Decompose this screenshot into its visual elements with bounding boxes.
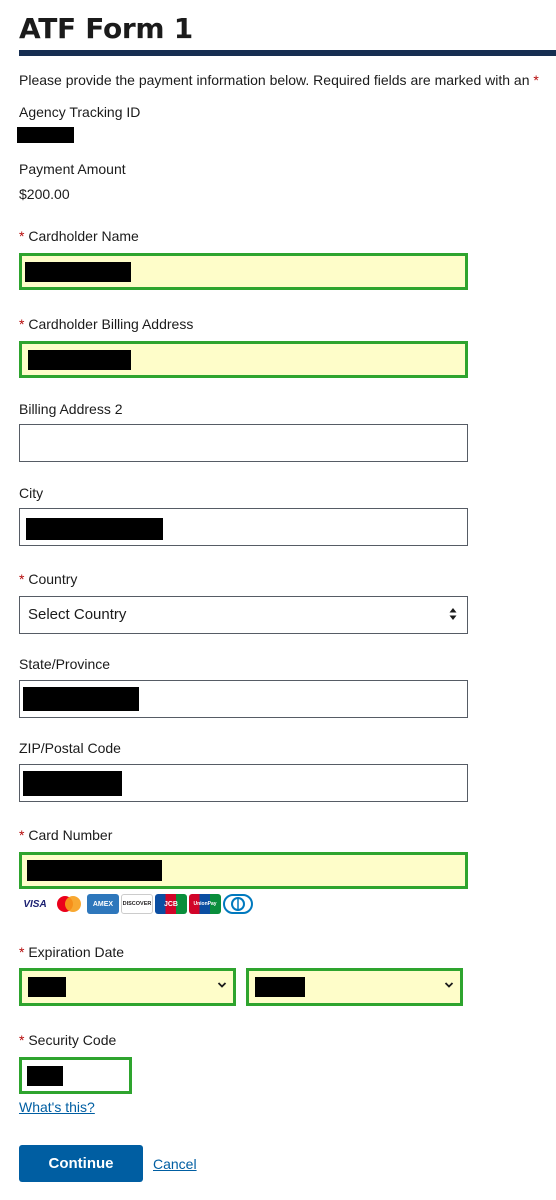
expiration-year-value-redacted xyxy=(255,977,305,997)
security-code-input[interactable] xyxy=(19,1057,132,1094)
billing-address-2-label: Billing Address 2 xyxy=(19,401,123,417)
required-marker: * xyxy=(19,1032,25,1048)
page-title: ATF Form 1 xyxy=(19,12,193,45)
zip-postal-code-label: ZIP/Postal Code xyxy=(19,740,121,756)
required-marker: * xyxy=(19,944,25,960)
chevron-down-icon xyxy=(217,982,227,988)
billing-address-label: * Cardholder Billing Address xyxy=(19,316,193,332)
title-rule xyxy=(19,50,556,56)
required-marker: * xyxy=(19,316,25,332)
country-label-text: Country xyxy=(28,571,78,587)
mastercard-logo-icon xyxy=(53,894,85,914)
diners-club-logo-icon xyxy=(223,894,253,914)
intro-text-body: Please provide the payment information b… xyxy=(19,72,530,88)
city-value-redacted xyxy=(26,518,163,540)
cardholder-name-label-text: Cardholder Name xyxy=(28,228,139,244)
zip-postal-code-value-redacted xyxy=(23,771,122,796)
whats-this-link[interactable]: What's this? xyxy=(19,1099,95,1115)
billing-address-label-text: Cardholder Billing Address xyxy=(28,316,194,332)
city-label: City xyxy=(19,485,44,501)
billing-address-value-redacted xyxy=(28,350,131,370)
intro-text: Please provide the payment information b… xyxy=(19,72,539,88)
payment-amount-value: $200.00 xyxy=(19,186,70,202)
card-number-value-redacted xyxy=(27,860,162,881)
billing-address-2-input[interactable] xyxy=(19,424,468,462)
billing-address-input[interactable] xyxy=(19,341,468,378)
card-number-label: * Card Number xyxy=(19,827,112,843)
expiration-month-value-redacted xyxy=(28,977,66,997)
expiration-year-select[interactable] xyxy=(246,968,463,1006)
state-province-label: State/Province xyxy=(19,656,111,672)
state-province-input[interactable] xyxy=(19,680,468,718)
expiration-month-select[interactable] xyxy=(19,968,236,1006)
discover-logo-icon: DISCOVER xyxy=(121,894,153,914)
unionpay-logo-icon: UnionPay xyxy=(189,894,221,914)
security-code-value-redacted xyxy=(27,1066,63,1086)
chevron-down-icon xyxy=(444,982,454,988)
card-number-label-text: Card Number xyxy=(28,827,113,843)
state-province-value-redacted xyxy=(23,687,139,711)
zip-postal-code-input[interactable] xyxy=(19,764,468,802)
expiration-date-label: * Expiration Date xyxy=(19,944,124,960)
accepted-card-brands: VISA AMEX DISCOVER JCB UnionPay xyxy=(19,894,253,914)
city-input[interactable] xyxy=(19,508,468,546)
cancel-link[interactable]: Cancel xyxy=(153,1156,197,1172)
amex-logo-icon: AMEX xyxy=(87,894,119,914)
required-marker: * xyxy=(19,571,25,587)
cardholder-name-label: * Cardholder Name xyxy=(19,228,139,244)
card-number-input[interactable] xyxy=(19,852,468,889)
visa-logo-icon: VISA xyxy=(19,894,51,914)
country-select[interactable]: Select Country xyxy=(19,596,468,634)
cardholder-name-input[interactable] xyxy=(19,253,468,290)
payment-amount-label: Payment Amount xyxy=(19,161,126,177)
security-code-label: * Security Code xyxy=(19,1032,116,1048)
expiration-date-label-text: Expiration Date xyxy=(28,944,125,960)
security-code-label-text: Security Code xyxy=(28,1032,117,1048)
agency-tracking-label: Agency Tracking ID xyxy=(19,104,141,120)
sort-arrows-icon xyxy=(449,608,457,620)
agency-tracking-value-redacted xyxy=(17,127,74,143)
country-label: * Country xyxy=(19,571,77,587)
country-select-value: Select Country xyxy=(28,606,127,623)
required-marker: * xyxy=(533,72,539,88)
continue-button[interactable]: Continue xyxy=(19,1145,143,1182)
required-marker: * xyxy=(19,228,25,244)
jcb-logo-icon: JCB xyxy=(155,894,187,914)
cardholder-name-value-redacted xyxy=(25,262,131,282)
required-marker: * xyxy=(19,827,25,843)
